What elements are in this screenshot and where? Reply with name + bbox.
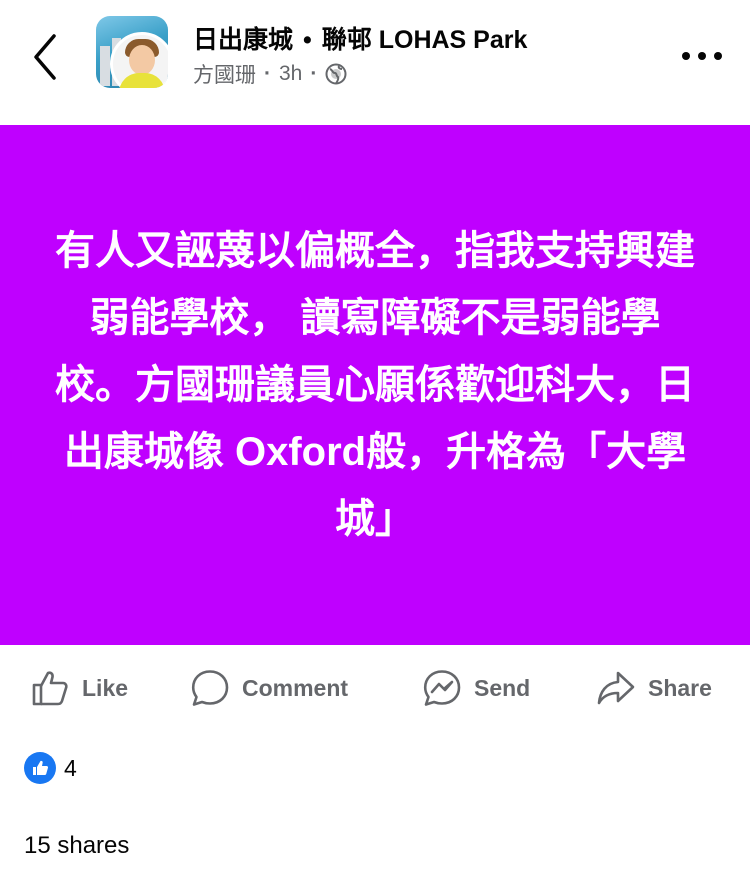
like-button[interactable]: Like xyxy=(30,660,128,716)
post-text: 有人又誣蔑以偏概全，指我支持興建弱能學校， 讀寫障礙不是弱能學校。方國珊議員心願… xyxy=(55,228,695,541)
chevron-left-icon xyxy=(34,34,56,80)
thumbs-up-icon xyxy=(32,671,68,706)
thumbs-up-icon xyxy=(33,760,49,775)
meta-separator: · xyxy=(264,62,271,85)
post-header: 日出康城 • 聯邨 LOHAS Park 方國珊 · 3h · xyxy=(0,0,750,125)
like-badge-icon xyxy=(24,752,56,784)
comment-label: Comment xyxy=(242,674,349,701)
author-name-link[interactable]: 方國珊 xyxy=(193,59,256,89)
back-button[interactable] xyxy=(28,30,64,84)
author-photo xyxy=(110,32,168,88)
group-avatar[interactable] xyxy=(96,16,168,88)
globe-icon xyxy=(325,63,347,85)
group-name-link[interactable]: 日出康城 xyxy=(193,26,293,54)
post-meta: 方國珊 · 3h · xyxy=(193,59,347,89)
share-label: Share xyxy=(648,674,712,701)
post-text-card[interactable]: 有人又誣蔑以偏概全，指我支持興建弱能學校， 讀寫障礙不是弱能學校。方國珊議員心願… xyxy=(0,125,750,645)
action-bar: Like Comment Send Share xyxy=(0,660,750,716)
messenger-icon xyxy=(423,670,461,706)
like-label: Like xyxy=(82,674,129,701)
more-dot xyxy=(698,52,706,60)
share-arrow-icon xyxy=(597,671,635,705)
more-dot xyxy=(714,52,722,60)
reaction-count: 4 xyxy=(64,754,77,781)
comment-button[interactable]: Comment xyxy=(190,660,348,716)
meta-separator: · xyxy=(310,62,318,85)
more-horizontal-icon xyxy=(682,52,690,60)
post-timestamp[interactable]: 3h xyxy=(279,62,302,86)
shares-count[interactable]: 15 shares xyxy=(24,832,129,860)
send-label: Send xyxy=(474,674,531,701)
subgroup-name-link[interactable]: 聯邨 LOHAS Park xyxy=(322,26,528,54)
title-separator: • xyxy=(303,26,312,54)
send-button[interactable]: Send xyxy=(422,660,530,716)
share-button[interactable]: Share xyxy=(596,660,712,716)
comment-icon xyxy=(191,670,229,706)
reactions-summary[interactable]: 4 xyxy=(24,752,77,784)
post-title: 日出康城 • 聯邨 LOHAS Park xyxy=(193,20,527,56)
more-options-button[interactable] xyxy=(682,46,722,66)
